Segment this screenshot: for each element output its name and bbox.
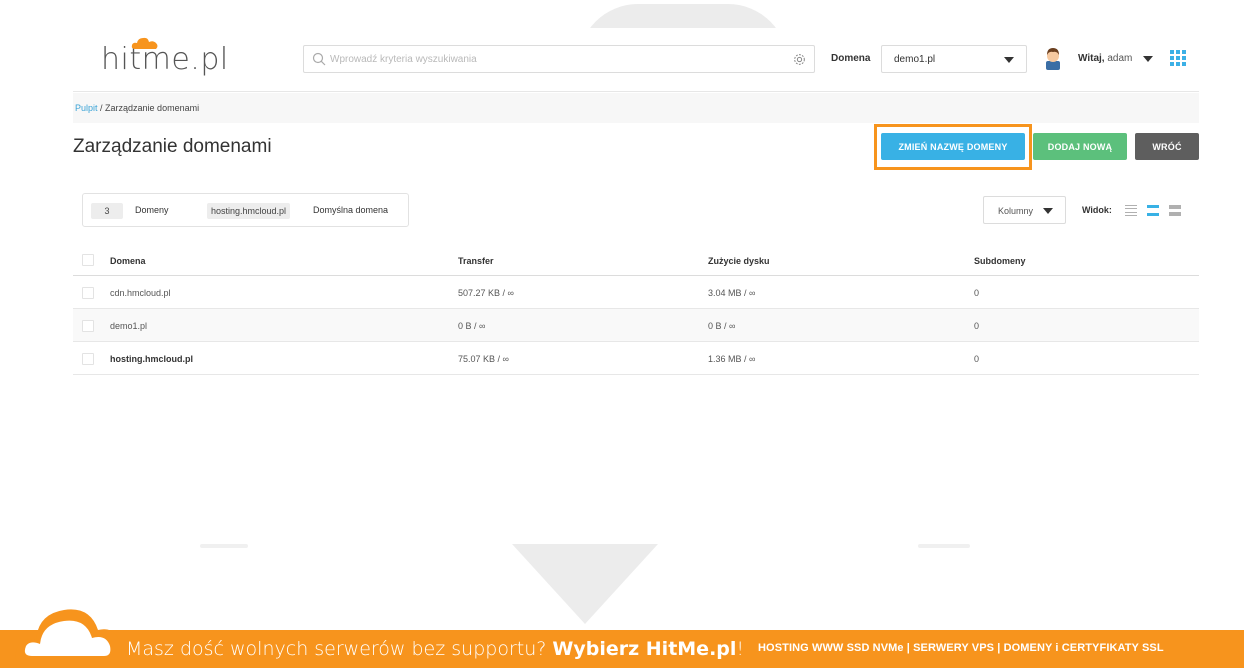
domain-select[interactable]: demo1.pl [881,45,1027,73]
subdomains-cell: 0 [974,288,980,298]
subdomains-cell: 0 [974,321,980,331]
domain-count-label: Domeny [135,205,169,215]
row-checkbox[interactable] [82,320,94,332]
apps-grid-icon[interactable] [1170,50,1186,66]
domain-stats: 3 Domeny hosting.hmcloud.pl Domyślna dom… [82,193,409,227]
domain-cell[interactable]: demo1.pl [110,321,147,331]
logo[interactable]: hitme.pl [101,42,229,77]
subdomains-cell: 0 [974,354,980,364]
default-domain-label: Domyślna domena [313,205,389,215]
transfer-cell: 507.27 KB / ∞ [458,288,514,298]
column-header-subdomains[interactable]: Subdomeny [974,256,1026,266]
promo-message-end: ! [736,638,745,660]
table-header-row: Domena Transfer Zużycie dysku Subdomeny [73,243,1199,276]
disk-cell: 3.04 MB / ∞ [708,288,756,298]
breadcrumb-separator: / [97,103,106,113]
promo-message-light: Masz dość wolnych serwerów bez supportu? [126,638,547,660]
chevron-down-icon [1004,57,1014,63]
rename-domain-button[interactable]: ZMIEŃ NAZWĘ DOMENY [881,133,1025,160]
greeting-prefix: Witaj, [1078,53,1105,64]
row-checkbox[interactable] [82,353,94,365]
promo-message-bold: Wybierz HitMe.pl [552,638,737,660]
avatar[interactable] [1043,46,1063,70]
search-icon [312,52,326,66]
breadcrumb: Pulpit / Zarządzanie domenami [75,103,199,113]
select-all-checkbox[interactable] [82,254,94,266]
domain-select-value: demo1.pl [894,54,936,65]
view-list-icon[interactable] [1147,205,1159,216]
columns-dropdown[interactable]: Kolumny [983,196,1066,224]
cloud-logo-icon [131,37,158,49]
view-large-icon[interactable] [1169,205,1181,216]
breadcrumb-bar: Pulpit / Zarządzanie domenami [73,93,1199,123]
table-row[interactable]: cdn.hmcloud.pl 507.27 KB / ∞ 3.04 MB / ∞… [73,276,1199,309]
table-row[interactable]: demo1.pl 0 B / ∞ 0 B / ∞ 0 [73,309,1199,342]
view-label: Widok: [1082,205,1112,215]
user-greeting[interactable]: Witaj, adam [1078,53,1132,64]
top-header: hitme.pl Domena demo1.pl Witaj, adam [73,28,1199,92]
page-title: Zarządzanie domenami [73,136,272,157]
transfer-cell: 0 B / ∞ [458,321,486,331]
view-compact-icon[interactable] [1125,205,1137,216]
disk-cell: 0 B / ∞ [708,321,736,331]
domain-cell[interactable]: hosting.hmcloud.pl [110,354,193,364]
background-dash [918,544,970,548]
column-header-domain[interactable]: Domena [110,256,146,266]
greeting-user: adam [1107,53,1133,64]
breadcrumb-current: Zarządzanie domenami [105,103,200,113]
back-button[interactable]: WRÓĆ [1135,133,1199,160]
add-new-button[interactable]: DODAJ NOWĄ [1033,133,1127,160]
domain-cell[interactable]: cdn.hmcloud.pl [110,288,171,298]
promo-message: Masz dość wolnych serwerów bez supportu?… [126,638,744,660]
table-row[interactable]: hosting.hmcloud.pl 75.07 KB / ∞ 1.36 MB … [73,342,1199,375]
cloud-logo-icon [15,609,122,664]
search-input[interactable] [330,51,770,68]
promo-services: HOSTING WWW SSD NVMe | SERWERY VPS | DOM… [758,642,1164,654]
background-dash [200,544,248,548]
disk-cell: 1.36 MB / ∞ [708,354,756,364]
domains-table: Domena Transfer Zużycie dysku Subdomeny … [73,243,1199,375]
search-bar [303,45,815,73]
column-header-transfer[interactable]: Transfer [458,256,494,266]
chevron-down-icon [1043,208,1053,214]
default-domain-badge: hosting.hmcloud.pl [207,203,291,219]
transfer-cell: 75.07 KB / ∞ [458,354,509,364]
row-checkbox[interactable] [82,287,94,299]
columns-label: Kolumny [998,206,1034,216]
domain-count-badge: 3 [91,203,123,219]
chevron-down-icon[interactable] [1143,56,1153,62]
background-triangle [512,544,658,624]
column-header-disk[interactable]: Zużycie dysku [708,256,770,266]
breadcrumb-home-link[interactable]: Pulpit [75,103,98,113]
gear-icon[interactable] [793,53,806,66]
domain-label: Domena [831,53,871,64]
